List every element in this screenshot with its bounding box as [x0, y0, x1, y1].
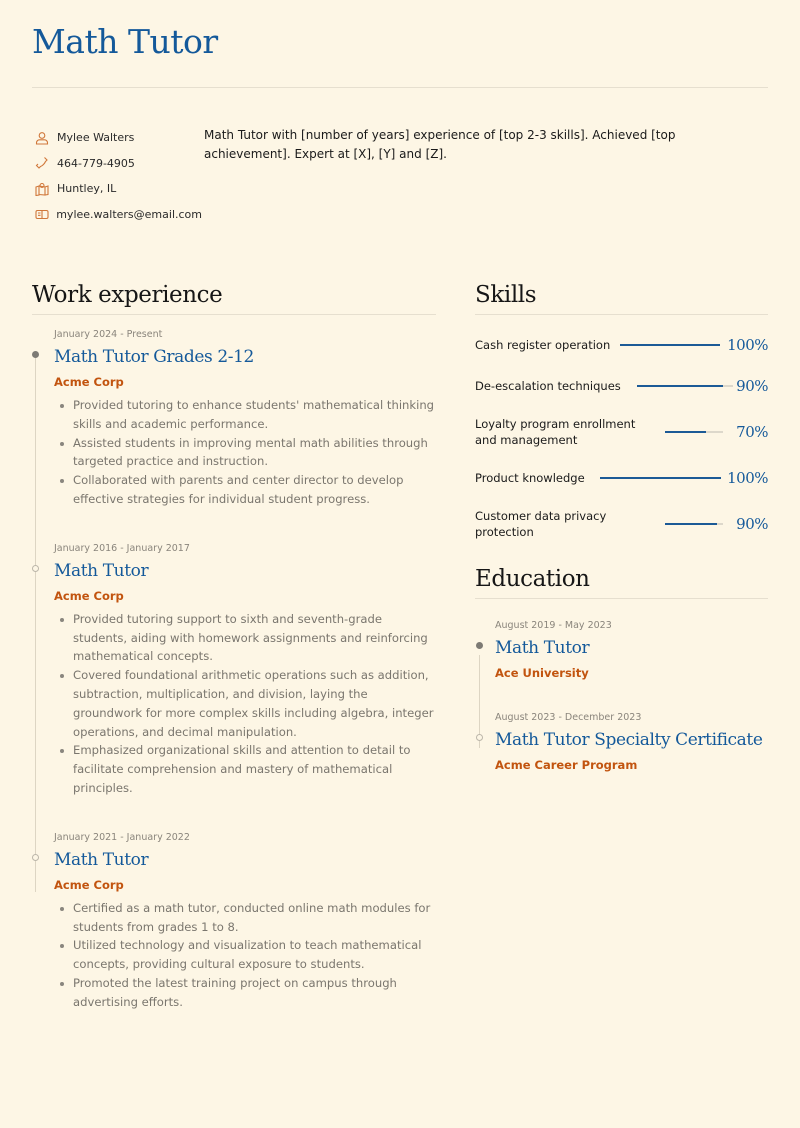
contact-name: Mylee Walters: [32, 125, 202, 151]
job-title: Math Tutor Grades 2-12: [54, 347, 254, 367]
job-entry: January 2016 - January 2017 Math Tutor A…: [32, 541, 436, 798]
skill-percent: 90%: [736, 377, 768, 395]
education-timeline: August 2019 - May 2023 Math Tutor Ace Un…: [476, 618, 768, 774]
education-entry: August 2019 - May 2023 Math Tutor Ace Un…: [476, 618, 768, 682]
timeline-dot: [32, 853, 39, 861]
job-bullet: Provided tutoring to enhance students' m…: [54, 396, 436, 434]
education-heading: Education: [475, 566, 590, 592]
job-bullets: Certified as a math tutor, conducted onl…: [54, 899, 436, 1012]
job-entry: January 2021 - January 2022 Math Tutor A…: [32, 830, 436, 1012]
skill-percent: 90%: [736, 515, 768, 533]
skill-item: Cash register operation 100%: [475, 329, 768, 361]
skill-bar: [665, 523, 723, 525]
section-divider: [32, 314, 436, 315]
skill-label: De-escalation techniques: [475, 379, 621, 393]
skill-bar: [599, 477, 721, 479]
job-date: January 2024 - Present: [54, 329, 163, 340]
skill-item: Customer data privacy protection 90%: [475, 508, 768, 540]
profile-summary: Math Tutor with [number of years] experi…: [204, 128, 676, 161]
skill-percent: 100%: [727, 336, 768, 354]
mail-icon: [34, 207, 49, 221]
skill-bar-fill: [665, 523, 718, 525]
job-bullet: Assisted students in improving mental ma…: [54, 434, 436, 472]
job-bullet: Collaborated with parents and center dir…: [54, 471, 436, 509]
education-entry: August 2023 - December 2023 Math Tutor S…: [476, 710, 768, 774]
work-experience-heading: Work experience: [32, 282, 223, 308]
skill-bar: [636, 385, 733, 387]
job-date: January 2021 - January 2022: [54, 831, 190, 843]
work-timeline: January 2024 - Present Math Tutor Grades…: [32, 327, 436, 1012]
timeline-dot-current: [32, 351, 39, 358]
skill-bar-fill: [599, 477, 721, 479]
timeline-dot-current: [476, 642, 483, 649]
skill-bar-fill: [636, 385, 724, 387]
job-bullet: Provided tutoring support to sixth and s…: [54, 610, 436, 666]
education-title: Math Tutor: [495, 638, 590, 658]
skill-bar-fill: [620, 344, 721, 346]
job-bullet: Emphasized organizational skills and att…: [54, 741, 436, 797]
skill-item: Product knowledge 100%: [475, 462, 768, 494]
work-experience-section: Work experience January 2024 - Present M…: [32, 282, 436, 1012]
timeline-dot: [32, 564, 39, 572]
skill-label: Loyalty program enrollment and managemen…: [475, 417, 636, 447]
timeline-dot: [476, 734, 483, 741]
contact-phone-text[interactable]: 464-779-4905: [57, 157, 135, 170]
job-bullet: Certified as a math tutor, conducted onl…: [54, 899, 436, 937]
skill-bar: [620, 344, 721, 346]
education-date: August 2019 - May 2023: [495, 620, 612, 631]
education-school: Ace University: [495, 666, 589, 680]
user-icon: [34, 131, 50, 145]
contact-list: Mylee Walters 464-779-4905 Huntley, IL m…: [32, 125, 202, 227]
education-title: Math Tutor Specialty Certificate: [495, 730, 763, 750]
skill-label: Cash register operation: [475, 338, 611, 352]
contact-email: mylee.walters@email.com: [32, 202, 202, 228]
section-divider: [475, 314, 768, 315]
skill-percent: 70%: [736, 423, 768, 441]
right-column: Skills Cash register operation 100% De-e…: [475, 282, 768, 774]
job-date: January 2016 - January 2017: [54, 542, 190, 554]
skill-item: De-escalation techniques 90%: [475, 370, 768, 402]
resume-title: Math Tutor: [32, 22, 218, 61]
skill-bar-fill: [665, 431, 706, 433]
contact-location-text: Huntley, IL: [57, 182, 117, 196]
skill-item: Loyalty program enrollment and managemen…: [475, 416, 768, 448]
education-date: August 2023 - December 2023: [495, 712, 642, 723]
contact-phone: 464-779-4905: [32, 151, 202, 177]
phone-icon: [34, 156, 50, 170]
skill-bar: [665, 431, 723, 433]
skill-label: Product knowledge: [475, 471, 585, 485]
contact-email-text[interactable]: mylee.walters@email.com: [56, 208, 202, 221]
education-school: Acme Career Program: [495, 758, 638, 772]
job-company: Acme Corp: [54, 877, 124, 892]
job-title: Math Tutor: [54, 849, 149, 870]
skills-list: Cash register operation 100% De-escalati…: [475, 329, 768, 540]
job-bullets: Provided tutoring support to sixth and s…: [54, 610, 436, 798]
job-entry: January 2024 - Present Math Tutor Grades…: [32, 327, 436, 509]
job-bullet: Covered foundational arithmetic operatio…: [54, 666, 436, 741]
job-bullets: Provided tutoring to enhance students' m…: [54, 396, 436, 509]
job-company: Acme Corp: [54, 375, 124, 389]
skill-label: Customer data privacy protection: [475, 509, 607, 539]
map-icon: [34, 182, 50, 196]
contact-name-text: Mylee Walters: [57, 131, 135, 145]
skill-percent: 100%: [727, 469, 768, 487]
skills-heading: Skills: [475, 282, 537, 308]
job-bullet: Utilized technology and visualization to…: [54, 936, 436, 974]
contact-location: Huntley, IL: [32, 176, 202, 202]
header-divider: [32, 87, 768, 88]
job-bullet: Promoted the latest training project on …: [54, 974, 436, 1012]
section-divider: [475, 598, 768, 599]
job-title: Math Tutor: [54, 560, 149, 581]
job-company: Acme Corp: [54, 588, 124, 603]
